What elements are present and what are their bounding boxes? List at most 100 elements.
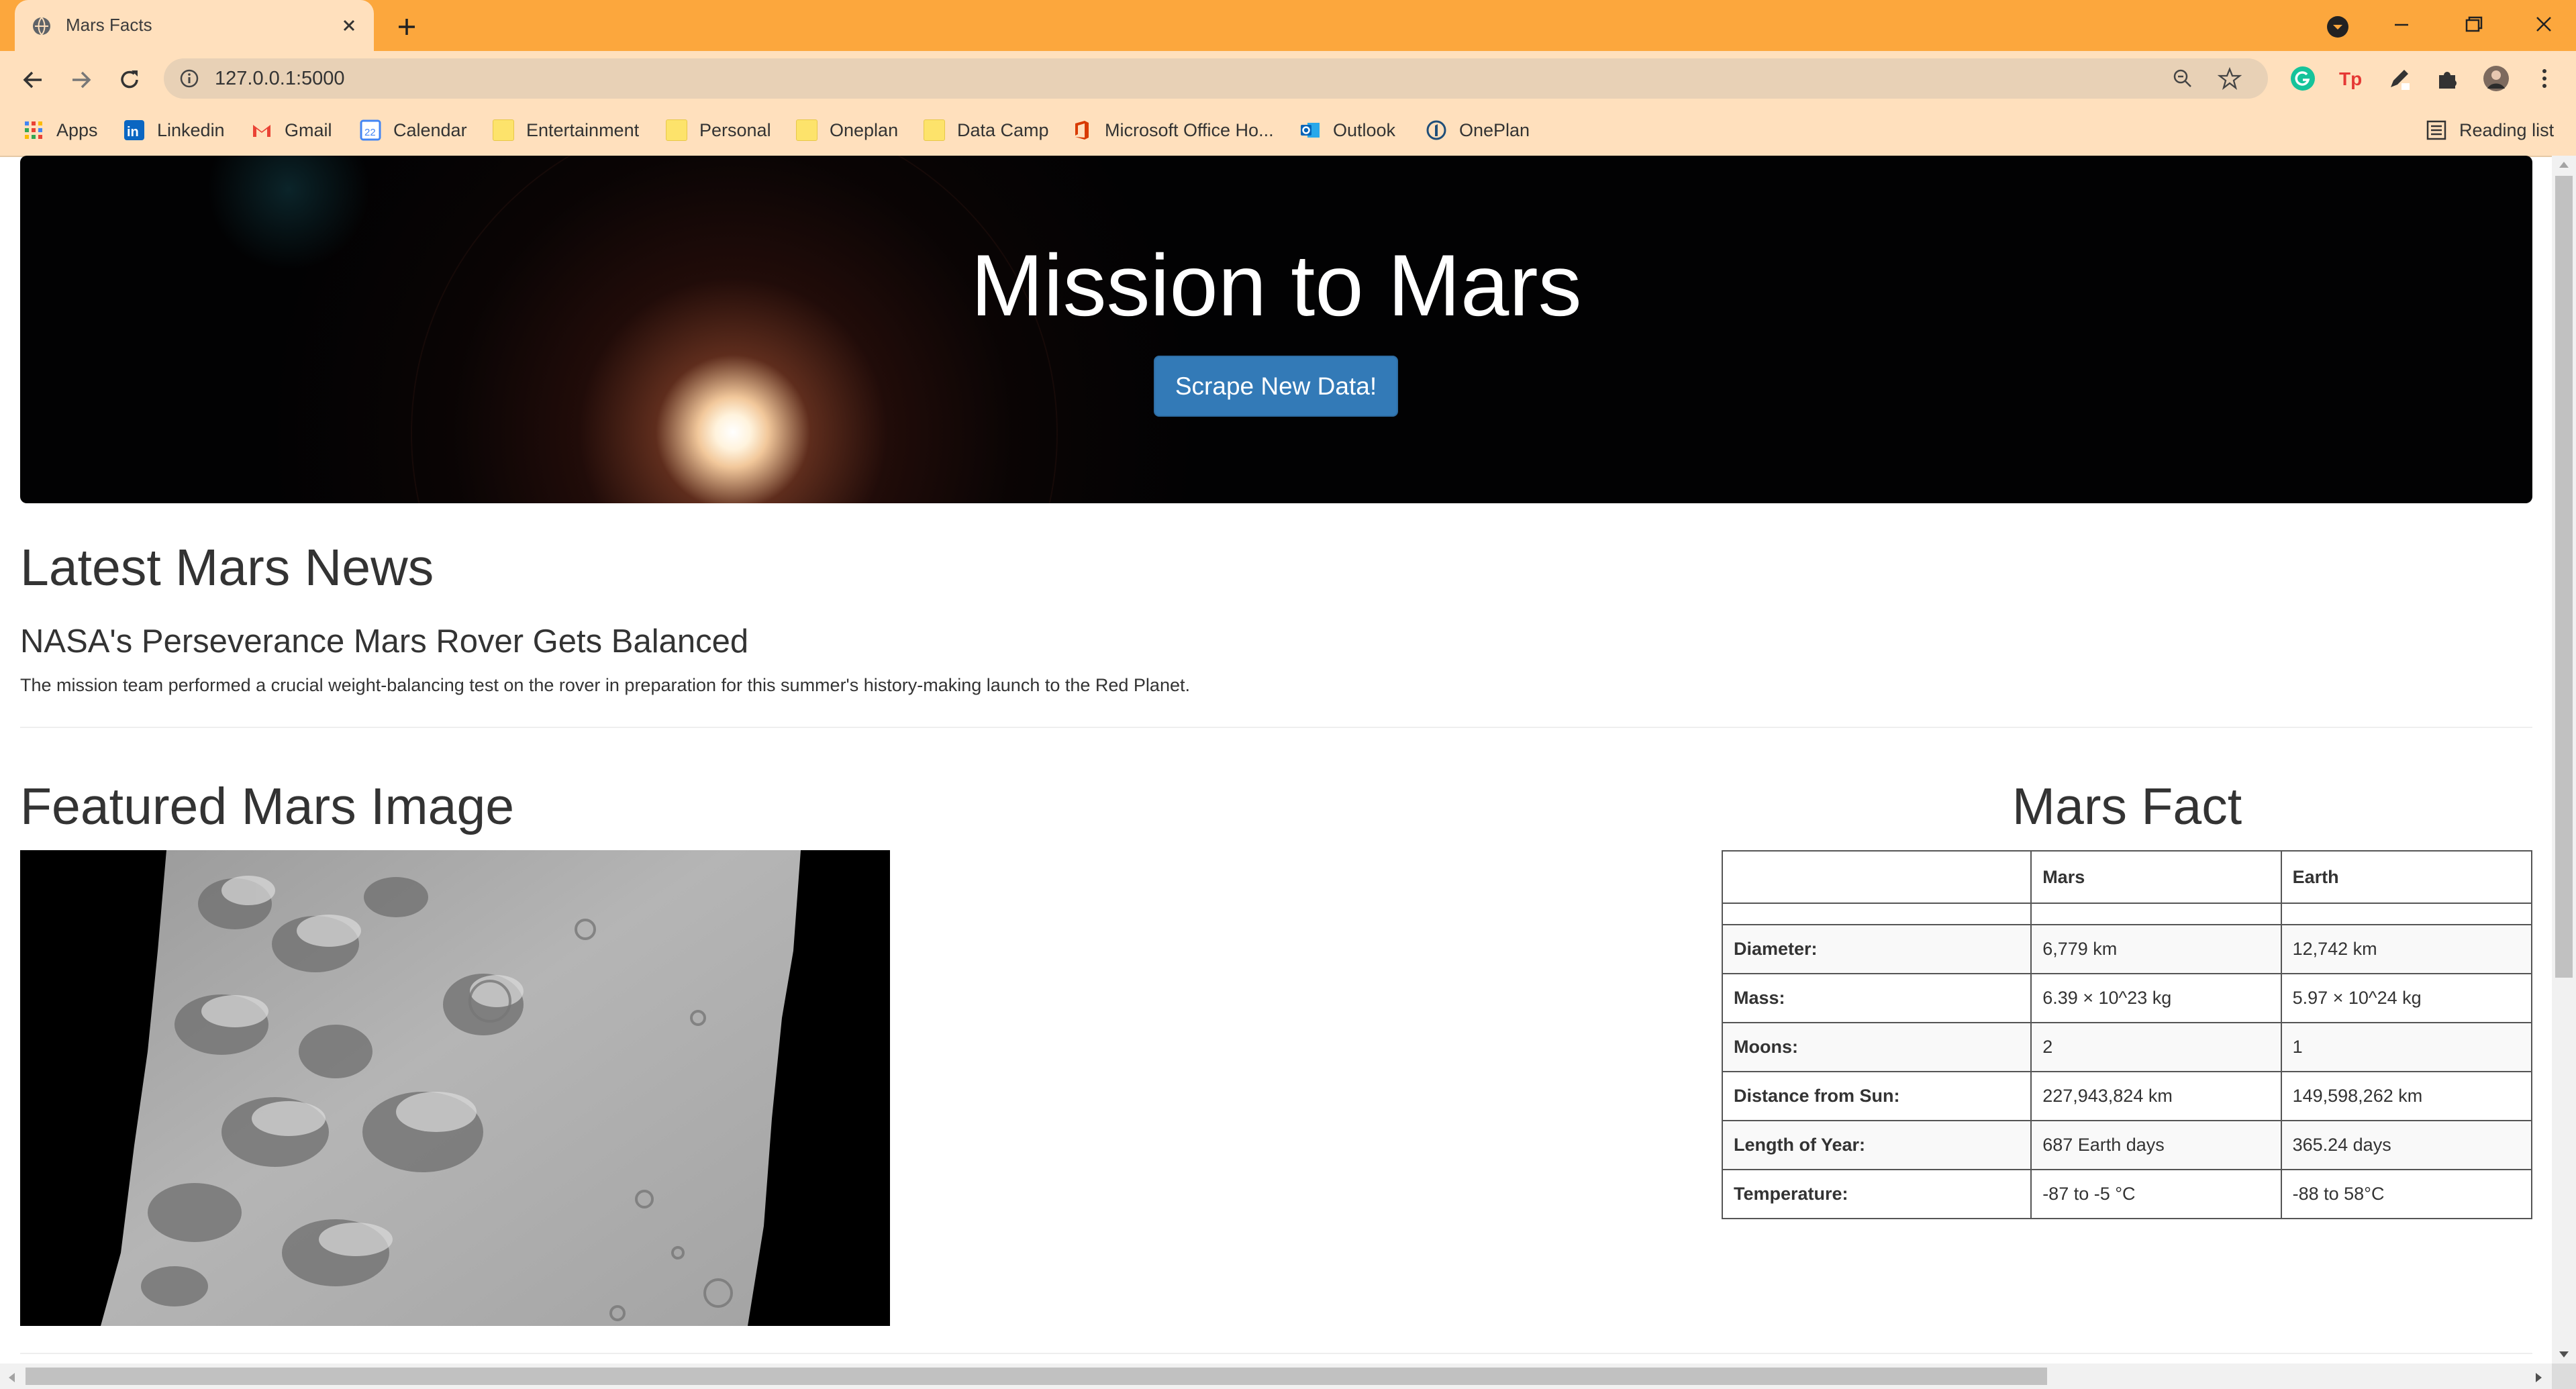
mars-value: -87 to -5 °C	[2030, 1169, 2282, 1219]
table-row: Diameter: 6,779 km 12,742 km	[1721, 924, 2533, 974]
table-row: Distance from Sun: 227,943,824 km 149,59…	[1721, 1071, 2533, 1121]
mars-value: 2	[2030, 1022, 2282, 1072]
reading-list-button[interactable]: Reading list	[2426, 117, 2554, 144]
bookmark-label: OnePlan	[1459, 119, 1530, 140]
row-label: Diameter:	[1721, 924, 2032, 974]
table-row: Temperature: -87 to -5 °C -88 to 58°C	[1721, 1169, 2533, 1219]
earth-value: 149,598,262 km	[2280, 1071, 2533, 1121]
scroll-up-arrow-icon[interactable]	[2558, 160, 2570, 169]
apps-grid-icon	[25, 121, 42, 139]
tab-search-icon[interactable]	[2324, 13, 2351, 40]
close-window-icon[interactable]	[2524, 8, 2564, 42]
reading-list-label: Reading list	[2459, 119, 2555, 140]
row-label: Mass:	[1721, 973, 2032, 1023]
row-label: Moons:	[1721, 1022, 2032, 1072]
calendar-icon: 22	[360, 119, 381, 141]
close-tab-icon[interactable]	[337, 13, 361, 38]
calendar-day: 22	[364, 127, 376, 138]
globe-icon	[33, 17, 50, 36]
mars-value: 6,779 km	[2030, 924, 2282, 974]
bookmark-label: Entertainment	[526, 119, 640, 140]
horizontal-scrollbar[interactable]	[0, 1364, 2552, 1389]
tp-extension-icon[interactable]: Tp	[2336, 63, 2367, 94]
restore-icon[interactable]	[2453, 8, 2493, 42]
earth-value: 12,742 km	[2280, 924, 2533, 974]
bookmark-label: Apps	[56, 119, 98, 140]
mars-facts-table: Mars Earth Diameter: 6,779 km 12,742 km …	[1721, 850, 2533, 1219]
earth-value: 5.97 × 10^24 kg	[2280, 973, 2533, 1023]
earth-value: 365.24 days	[2280, 1120, 2533, 1170]
extensions-puzzle-icon[interactable]	[2432, 63, 2463, 94]
bookmark-microsoft-office[interactable]: Microsoft Office Ho...	[1071, 117, 1274, 144]
office-icon	[1075, 121, 1089, 140]
tab-strip	[0, 0, 2576, 51]
svg-text:in: in	[127, 125, 139, 140]
bookmark-label: Calendar	[393, 119, 467, 140]
table-row: Mass: 6.39 × 10^23 kg 5.97 × 10^24 kg	[1721, 973, 2533, 1023]
bookmark-oneplan-folder[interactable]: Oneplan	[796, 117, 898, 144]
profile-avatar[interactable]	[2481, 63, 2512, 94]
mars-value: 227,943,824 km	[2030, 1071, 2282, 1121]
bookmark-label: Data Camp	[957, 119, 1049, 140]
row-label: Temperature:	[1721, 1169, 2032, 1219]
featured-image-heading: Featured Mars Image	[20, 778, 515, 835]
mars-fact-heading: Mars Fact	[2012, 778, 2242, 835]
browser-tab[interactable]: Mars Facts	[15, 0, 374, 51]
folder-icon	[493, 119, 514, 141]
column-header: Earth	[2280, 850, 2533, 904]
tab-title: Mars Facts	[66, 15, 152, 35]
bookmark-outlook[interactable]: Outlook	[1299, 117, 1395, 144]
table-spacer-row	[1721, 903, 2533, 925]
scroll-down-arrow-icon[interactable]	[2558, 1350, 2570, 1359]
bookmark-label: Gmail	[285, 119, 332, 140]
zoom-icon[interactable]	[2171, 66, 2195, 91]
horizontal-scroll-thumb[interactable]	[26, 1368, 2047, 1385]
reading-list-icon	[2426, 120, 2446, 140]
folder-icon	[666, 119, 687, 141]
bookmark-label: Outlook	[1333, 119, 1396, 140]
bookmark-star-icon[interactable]	[2218, 66, 2242, 91]
divider	[20, 727, 2532, 728]
hero-jumbotron: Mission to Mars Scrape New Data!	[20, 156, 2532, 503]
bookmark-gmail[interactable]: Gmail	[251, 117, 332, 144]
minimize-icon[interactable]	[2381, 8, 2422, 42]
bookmark-label: Oneplan	[830, 119, 899, 140]
news-paragraph: The mission team performed a crucial wei…	[20, 675, 1190, 695]
bookmark-label: Personal	[699, 119, 771, 140]
grammarly-icon[interactable]	[2287, 63, 2318, 94]
mars-terrain-image	[20, 850, 890, 1326]
info-icon[interactable]	[179, 68, 200, 89]
vertical-scroll-thumb[interactable]	[2555, 176, 2573, 978]
svg-text:Tp: Tp	[2339, 68, 2362, 89]
back-icon[interactable]	[17, 64, 48, 95]
url-text: 127.0.0.1:5000	[215, 68, 345, 89]
scrape-new-data-button[interactable]: Scrape New Data!	[1154, 356, 1398, 417]
browser-menu-icon[interactable]	[2529, 63, 2560, 94]
forward-icon[interactable]	[66, 64, 97, 95]
divider	[20, 1353, 2532, 1354]
mars-value: 6.39 × 10^23 kg	[2030, 973, 2282, 1023]
bookmark-calendar[interactable]: 22 Calendar	[360, 117, 467, 144]
bookmark-personal[interactable]: Personal	[666, 117, 771, 144]
latest-news-heading: Latest Mars News	[20, 539, 434, 597]
vertical-scrollbar[interactable]	[2552, 156, 2576, 1364]
new-tab-icon[interactable]	[392, 12, 422, 42]
linkedin-icon: in	[124, 120, 144, 140]
folder-icon	[796, 119, 818, 141]
scroll-right-arrow-icon[interactable]	[2534, 1372, 2544, 1384]
oneplan-icon	[1426, 120, 1446, 140]
address-bar[interactable]: 127.0.0.1:5000	[164, 58, 2268, 99]
reload-icon[interactable]	[114, 64, 145, 95]
featured-mars-image	[20, 850, 890, 1326]
bookmark-linkedin[interactable]: in Linkedin	[123, 117, 225, 144]
gmail-icon	[253, 125, 270, 137]
outlook-icon	[1301, 123, 1320, 138]
bookmark-oneplan[interactable]: OnePlan	[1426, 117, 1530, 144]
scroll-left-arrow-icon[interactable]	[7, 1372, 16, 1384]
pen-extension-icon[interactable]	[2384, 63, 2415, 94]
bookmark-apps[interactable]: Apps	[23, 117, 98, 144]
bookmark-label: Linkedin	[157, 119, 225, 140]
bookmark-data-camp[interactable]: Data Camp	[924, 117, 1049, 144]
column-header: Mars	[2030, 850, 2282, 904]
bookmark-entertainment[interactable]: Entertainment	[493, 117, 639, 144]
